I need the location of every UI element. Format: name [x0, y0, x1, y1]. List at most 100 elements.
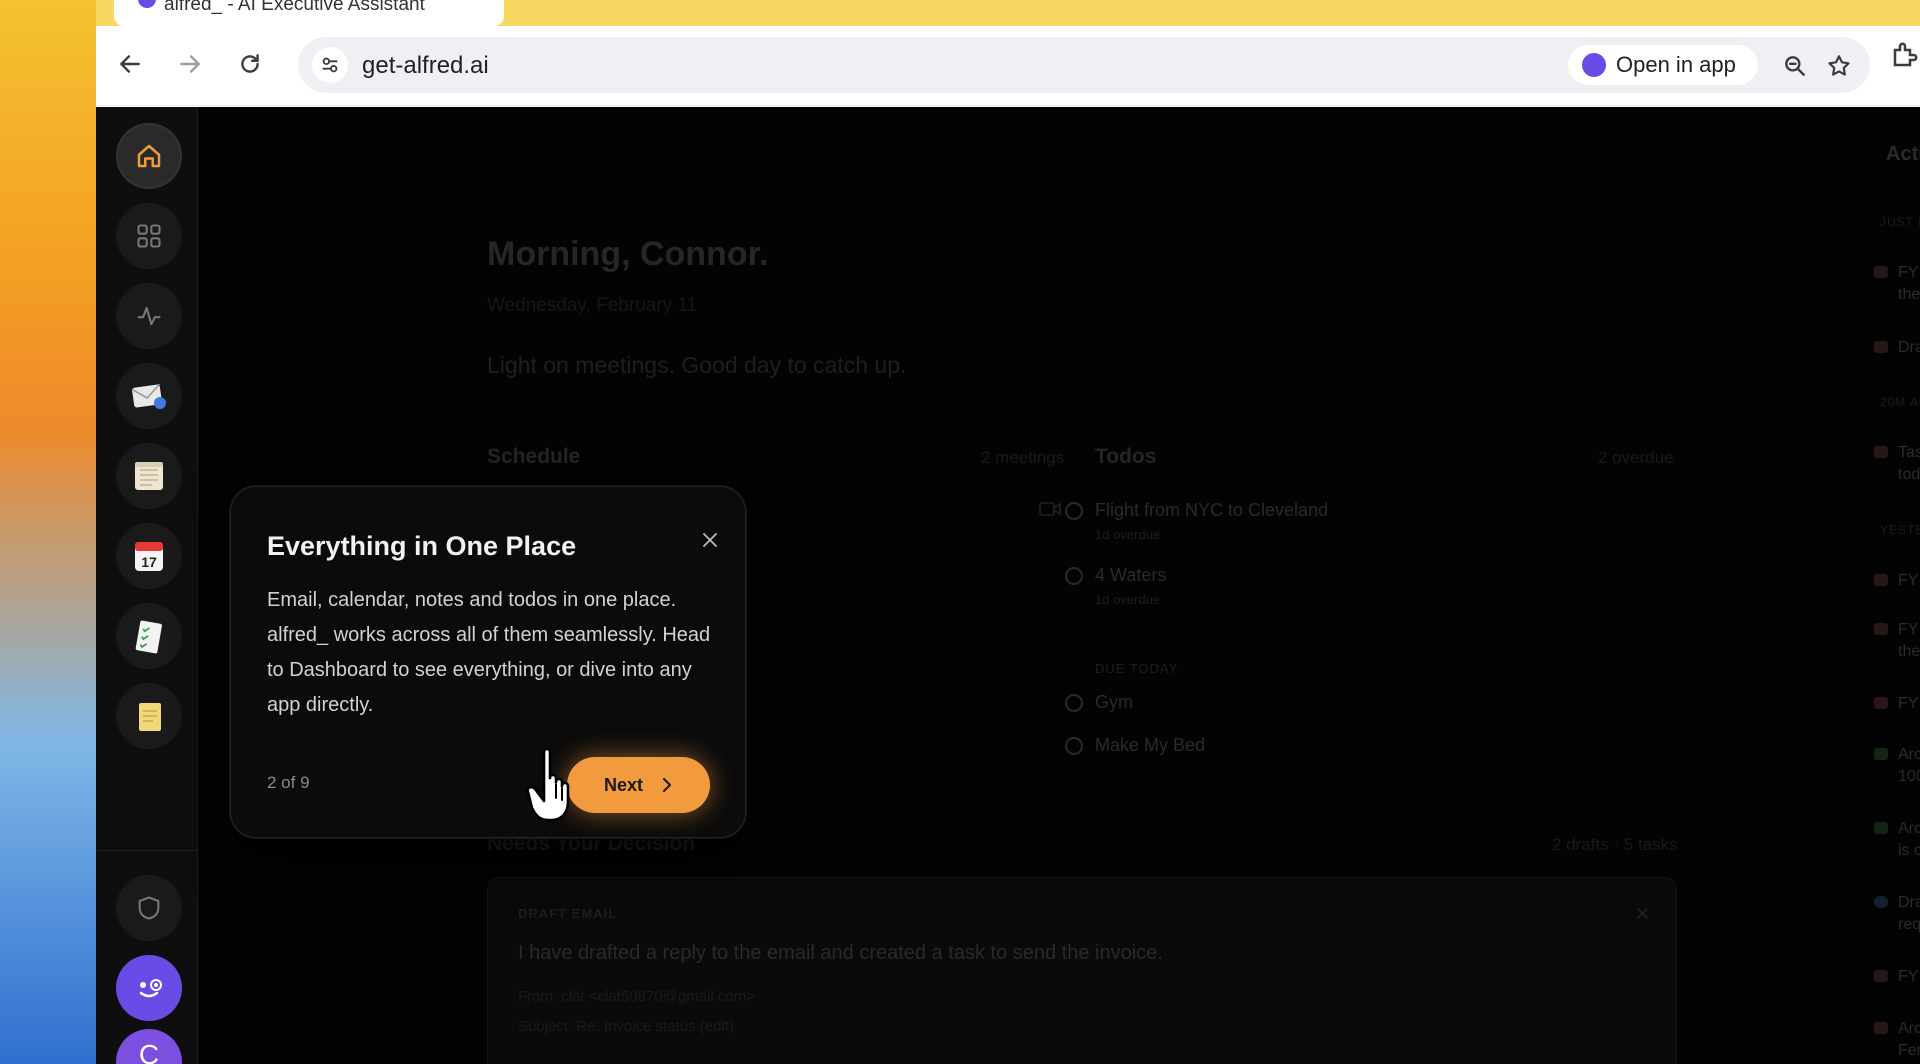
activity-feed-title: Activity Feed [1886, 143, 1920, 165]
feed-item-text: FYI: You [1898, 968, 1920, 985]
app-rail: 17 C [96, 107, 198, 1064]
pointer-hand-cursor-icon [526, 747, 570, 822]
todos-title: Todos [1095, 445, 1157, 468]
gmail-icon [1874, 446, 1888, 458]
rail-item-docs[interactable] [116, 683, 182, 749]
feed-item: 100 new [1898, 766, 1920, 788]
feed-item-text: FYI: Deni [1898, 264, 1920, 281]
extensions-icon[interactable] [1890, 40, 1920, 70]
rail-item-calendar[interactable]: 17 [116, 523, 182, 589]
close-icon[interactable]: ✕ [1635, 904, 1650, 925]
gmail-icon [1874, 341, 1888, 353]
gmail-icon [1874, 970, 1888, 982]
rail-item-dashboard[interactable] [116, 203, 182, 269]
rail-item-todos[interactable] [116, 603, 182, 669]
draft-email-card[interactable]: DRAFT EMAIL ✕ I have drafted a reply to … [487, 877, 1677, 1064]
microsoft-icon [1874, 748, 1888, 760]
draft-email-tag: DRAFT EMAIL [518, 906, 618, 921]
user-avatar[interactable]: C [116, 1029, 182, 1064]
reload-button[interactable] [228, 42, 272, 86]
feed-item[interactable]: FYI: You [1874, 693, 1920, 715]
tune-icon [322, 57, 338, 73]
todo-item[interactable]: 4 Waters 1d overdue [1065, 565, 1167, 607]
feed-item[interactable]: Archived [1874, 818, 1920, 840]
todo-label: Flight from NYC to Cleveland [1095, 500, 1329, 520]
feed-item[interactable]: FYI: Eden [1874, 619, 1920, 641]
arrow-left-icon [120, 55, 140, 73]
feed-item-text: 100 new [1898, 768, 1920, 785]
popover-close-button[interactable] [699, 529, 721, 551]
draft-description: I have drafted a reply to the email and … [518, 942, 1163, 964]
close-icon [703, 533, 717, 547]
address-bar[interactable]: get-alfred.ai Open in app [298, 37, 1870, 93]
feed-item[interactable]: Archived [1874, 1018, 1920, 1040]
notepad-icon [135, 462, 163, 490]
gmail-icon [1874, 623, 1888, 635]
chevron-right-icon [663, 778, 671, 792]
feed-group-label: YESTERDAY [1880, 523, 1920, 537]
forward-button[interactable] [168, 42, 212, 86]
browser-window: alfred_ - AI Executive Assistant get-alf… [96, 0, 1920, 1064]
feed-item[interactable]: Draft rea [1874, 337, 1920, 359]
tab-title: alfred_ - AI Executive Assistant [164, 0, 425, 15]
rail-item-activity[interactable] [116, 283, 182, 349]
todo-checkbox[interactable] [1065, 694, 1083, 712]
feed-item-text: FYI: You [1898, 695, 1920, 712]
gmail-icon [1874, 574, 1888, 586]
open-in-app-label: Open in app [1616, 52, 1736, 77]
decision-meta: 2 drafts · 5 tasks [1552, 835, 1678, 854]
star-icon [1828, 55, 1850, 76]
draft-subject: Subject: Re: Invoice status (edit) [518, 1018, 734, 1035]
day-summary: Light on meetings. Good day to catch up. [487, 352, 907, 378]
todo-checkbox[interactable] [1065, 737, 1083, 755]
rail-item-alfred[interactable] [116, 955, 182, 1021]
microsoft-icon [1874, 822, 1888, 834]
feed-item-text: is confir [1898, 842, 1920, 859]
feed-item: their net [1898, 284, 1920, 306]
next-button[interactable]: Next [567, 757, 710, 813]
date-label: Wednesday, February 11 [487, 295, 698, 316]
todo-checkbox[interactable] [1065, 502, 1083, 520]
next-button-label: Next [603, 774, 643, 795]
rail-item-security[interactable] [116, 875, 182, 941]
outlook-icon [1874, 896, 1888, 908]
onboarding-popover: Everything in One Place Email, calendar,… [230, 486, 746, 838]
todo-item[interactable]: Flight from NYC to Cleveland 1d overdue [1065, 500, 1329, 542]
browser-tab[interactable]: alfred_ - AI Executive Assistant [114, 0, 504, 26]
zoom-button[interactable] [1780, 51, 1810, 81]
activity-feed: Activity Feed JUST NOW FYI: Deni their n… [1858, 107, 1920, 1064]
feed-item[interactable]: Task: Set [1874, 442, 1920, 464]
schedule-meta: 2 meetings [981, 448, 1065, 467]
feed-item-text: Archived [1898, 820, 1920, 837]
feed-item-text: Archived [1898, 746, 1920, 763]
back-button[interactable] [108, 42, 152, 86]
rail-item-mail[interactable] [116, 363, 182, 429]
feed-item-text: FYI: Anot [1898, 572, 1920, 589]
url-text[interactable]: get-alfred.ai [362, 52, 489, 80]
feed-item-text: their net [1898, 643, 1920, 660]
note-icon [139, 703, 161, 731]
greeting-heading: Morning, Connor. [487, 235, 769, 273]
rail-item-notes[interactable] [116, 443, 182, 509]
todo-checkbox[interactable] [1065, 567, 1083, 585]
calendar-day-label: 17 [141, 554, 157, 570]
home-icon [137, 144, 161, 168]
feed-item[interactable]: FYI: You [1874, 966, 1920, 988]
todo-item[interactable]: Make My Bed [1065, 735, 1206, 756]
bookmark-button[interactable] [1824, 51, 1854, 81]
open-in-app-button[interactable]: Open in app [1568, 45, 1758, 85]
popover-step-counter: 2 of 9 [267, 773, 310, 792]
site-settings-button[interactable] [312, 47, 348, 83]
todo-item[interactable]: Gym [1065, 692, 1133, 713]
feed-item[interactable]: FYI: Deni [1874, 262, 1920, 284]
schedule-title: Schedule [487, 445, 581, 468]
feed-item-text: Archived [1898, 1020, 1920, 1037]
rail-item-home[interactable] [116, 123, 182, 189]
feed-group-label: JUST NOW [1880, 215, 1920, 229]
feed-item[interactable]: FYI: Anot [1874, 570, 1920, 592]
feed-item[interactable]: Archived [1874, 744, 1920, 766]
todo-label: 4 Waters [1095, 565, 1167, 585]
feed-item-text: Draft rea [1898, 339, 1920, 356]
todo-label: Make My Bed [1095, 735, 1206, 755]
feed-item[interactable]: Draft rea [1874, 892, 1920, 914]
